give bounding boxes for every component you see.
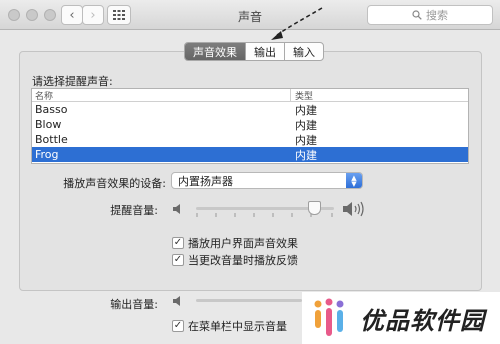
sound-type: 内建 xyxy=(295,103,317,117)
speaker-low-icon xyxy=(173,296,180,306)
sound-name: Basso xyxy=(35,103,68,116)
speaker-high-icon xyxy=(343,201,364,217)
sound-name: Blow xyxy=(35,118,62,131)
column-divider xyxy=(290,89,291,102)
menubar-volume-label: 在菜单栏中显示音量 xyxy=(188,320,287,333)
table-header: 名称 类型 xyxy=(32,89,468,102)
feedback-label: 当更改音量时播放反馈 xyxy=(188,254,298,267)
menubar-checkbox-row[interactable]: ✓ 在菜单栏中显示音量 xyxy=(172,318,287,334)
column-header-name[interactable]: 名称 xyxy=(35,89,53,102)
table-row[interactable]: Bottle 内建 xyxy=(32,132,468,147)
sound-type: 内建 xyxy=(295,133,317,147)
watermark-logo: 优品软件园 xyxy=(302,292,500,344)
output-volume-slider[interactable] xyxy=(196,299,302,302)
device-value: 内置扬声器 xyxy=(178,174,233,188)
tab-sound-effects[interactable]: 声音效果 xyxy=(185,43,246,60)
sound-name: Bottle xyxy=(35,133,68,146)
device-label: 播放声音效果的设备: xyxy=(63,177,166,190)
feedback-checkbox-row[interactable]: ✓ 当更改音量时播放反馈 xyxy=(172,252,298,268)
table-row-selected[interactable]: Frog 内建 xyxy=(32,147,468,162)
sound-type: 内建 xyxy=(295,148,317,162)
feedback-checkbox[interactable]: ✓ xyxy=(172,254,184,266)
sound-type: 内建 xyxy=(295,118,317,132)
table-row[interactable]: Blow 内建 xyxy=(32,117,468,132)
tab-bar: 声音效果 输出 输入 xyxy=(184,42,324,61)
alert-sound-table: 名称 类型 Basso 内建 Blow 内建 Bottle 内建 Frog 内建 xyxy=(31,88,469,164)
ui-sound-checkbox[interactable]: ✓ xyxy=(172,237,184,249)
column-header-type[interactable]: 类型 xyxy=(295,89,313,102)
menubar-volume-checkbox[interactable]: ✓ xyxy=(172,320,184,332)
alert-volume-knob[interactable] xyxy=(308,201,322,215)
updown-arrows-icon: ▲ ▼ xyxy=(346,173,362,188)
output-volume-label: 输出音量: xyxy=(110,298,158,311)
device-select[interactable]: 内置扬声器 ▲ ▼ xyxy=(171,172,363,189)
alert-volume-label: 提醒音量: xyxy=(110,204,158,217)
table-row[interactable]: Basso 内建 xyxy=(32,102,468,117)
sound-name: Frog xyxy=(35,148,59,161)
alert-sound-prompt: 请选择提醒声音: xyxy=(32,75,113,88)
tab-input[interactable]: 输入 xyxy=(285,43,323,60)
ui-sound-label: 播放用户界面声音效果 xyxy=(188,237,298,250)
speaker-low-icon xyxy=(173,204,180,214)
ui-sound-checkbox-row[interactable]: ✓ 播放用户界面声音效果 xyxy=(172,235,298,251)
tab-output[interactable]: 输出 xyxy=(246,43,285,60)
watermark-text: 优品软件园 xyxy=(360,306,485,335)
logo-icon xyxy=(314,298,344,336)
